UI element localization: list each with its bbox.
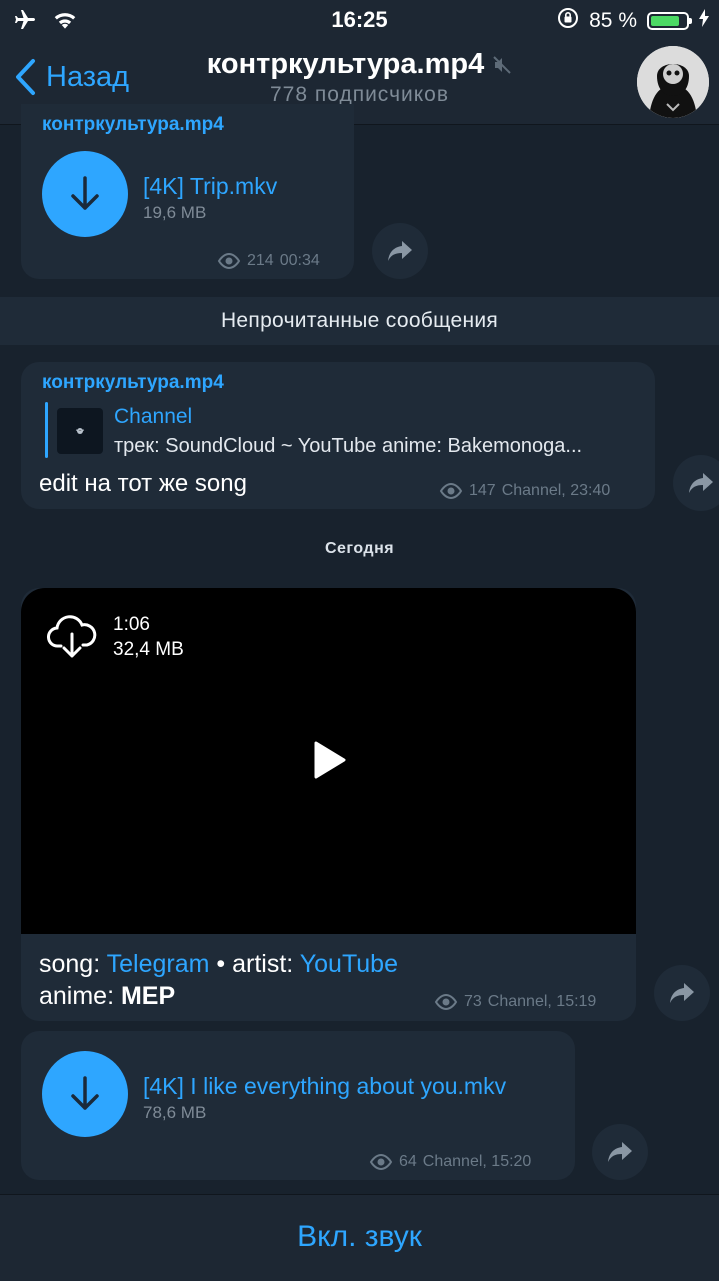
- unread-messages-divider: Непрочитанные сообщения: [0, 297, 719, 345]
- reply-thumbnail: [57, 408, 103, 454]
- battery-icon: [647, 12, 692, 30]
- view-count: 64: [399, 1153, 417, 1170]
- caption-artist-link[interactable]: YouTube: [300, 950, 398, 978]
- message-file-trip[interactable]: контркультура.mp4 [4K] Trip.mkv 19,6 MB …: [21, 104, 354, 279]
- file-name[interactable]: [4K] Trip.mkv: [143, 173, 277, 200]
- message-meta: 147 Channel, 23:40: [439, 482, 610, 500]
- file-size: 19,6 MB: [143, 203, 207, 222]
- caption-anime-value: МЕР: [120, 982, 176, 1010]
- file-size: 78,6 MB: [143, 1103, 207, 1122]
- caption-line-1: song: Telegram • artist: YouTube: [39, 948, 398, 980]
- message-author: контркультура.mp4: [42, 372, 224, 393]
- message-author: контркультура.mp4: [42, 114, 224, 135]
- share-arrow-icon: [689, 473, 713, 493]
- message-reply-edit[interactable]: контркультура.mp4 Channel трек: SoundClo…: [21, 362, 655, 509]
- share-button[interactable]: [673, 455, 719, 511]
- share-arrow-icon: [608, 1142, 632, 1162]
- status-right: 85 %: [557, 7, 709, 35]
- share-arrow-icon: [388, 241, 412, 261]
- message-meta: 214 00:34: [217, 252, 320, 270]
- view-count: 214: [247, 252, 274, 269]
- message-time: Channel, 15:20: [422, 1153, 532, 1170]
- channel-avatar[interactable]: [637, 46, 709, 118]
- message-meta: 73 Channel, 15:19: [434, 993, 596, 1011]
- status-bar: 16:25 85 %: [0, 0, 719, 40]
- file-name[interactable]: [4K] I like everything about you.mkv: [143, 1073, 506, 1100]
- reply-quote[interactable]: Channel трек: SoundCloud ~ YouTube anime…: [45, 402, 635, 458]
- message-time: 00:34: [279, 252, 320, 269]
- video-info: 1:06 32,4 MB: [113, 612, 184, 662]
- download-button[interactable]: [42, 1051, 128, 1137]
- download-arrow-icon: [71, 176, 99, 210]
- message-meta: 64 Channel, 15:20: [369, 1153, 531, 1171]
- channel-title-row: контркультура.mp4: [207, 48, 512, 81]
- share-button[interactable]: [592, 1124, 648, 1180]
- reply-title: Channel: [114, 405, 193, 428]
- play-button[interactable]: [311, 740, 347, 785]
- video-size: 32,4 MB: [113, 639, 184, 660]
- share-button[interactable]: [654, 965, 710, 1021]
- message-file-like-everything[interactable]: [4K] I like everything about you.mkv 78,…: [21, 1031, 575, 1180]
- download-button[interactable]: [42, 151, 128, 237]
- charging-icon: [699, 9, 709, 33]
- caption-song-label: song:: [39, 950, 107, 978]
- view-count: 73: [464, 993, 482, 1010]
- message-text: edit на тот же song: [39, 470, 247, 497]
- download-arrow-icon: [71, 1076, 99, 1110]
- unmute-button[interactable]: Вкл. звук: [0, 1194, 719, 1281]
- views-icon: [434, 994, 458, 1010]
- caption-song-link[interactable]: Telegram: [107, 950, 210, 978]
- video-caption: song: Telegram • artist: YouTube anime: …: [39, 948, 398, 1012]
- message-time: Channel, 23:40: [501, 482, 611, 499]
- battery-text: 85 %: [589, 9, 637, 32]
- date-separator: Сегодня: [324, 540, 395, 557]
- cloud-download-button[interactable]: [47, 614, 97, 665]
- message-time: Channel, 15:19: [487, 993, 597, 1010]
- caption-anime-label: anime:: [39, 982, 121, 1010]
- cloud-download-icon: [47, 615, 97, 658]
- video-player[interactable]: 1:06 32,4 MB: [21, 588, 636, 934]
- views-icon: [369, 1154, 393, 1170]
- channel-info[interactable]: контркультура.mp4 778 подписчиков: [0, 48, 719, 107]
- view-count: 147: [469, 482, 496, 499]
- play-icon: [314, 741, 346, 779]
- muted-icon: [493, 55, 511, 74]
- share-arrow-icon: [670, 983, 694, 1003]
- caption-artist-label: • artist:: [209, 950, 300, 978]
- reply-text: трек: SoundCloud ~ YouTube anime: Bakemo…: [114, 435, 583, 457]
- video-duration: 1:06: [113, 614, 150, 635]
- share-button[interactable]: [372, 223, 428, 279]
- caption-line-2: anime: МЕР: [39, 980, 398, 1012]
- channel-title: контркультура.mp4: [206, 48, 485, 80]
- rotation-lock-icon: [557, 7, 579, 35]
- views-icon: [439, 483, 463, 499]
- views-icon: [217, 253, 241, 269]
- reply-bar: [45, 402, 48, 458]
